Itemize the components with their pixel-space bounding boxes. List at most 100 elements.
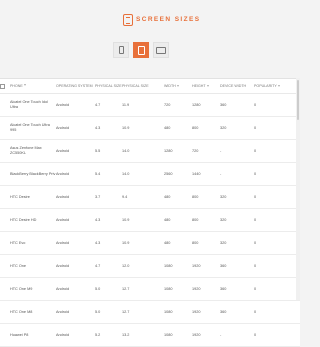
- cell-width: 2560: [164, 172, 173, 176]
- cell-os: Android: [56, 310, 70, 314]
- cell-popularity: 0: [254, 195, 257, 199]
- cell-physical-size-cm: 12.7: [122, 310, 130, 314]
- cell-height: 1920: [192, 264, 201, 268]
- cell-physical-size: 4.7: [95, 103, 101, 107]
- table-row[interactable]: Alcatel One Touch Idol Ultra Android 4.7 11…: [0, 94, 300, 117]
- cell-height: 800: [192, 241, 199, 245]
- cell-phone: HTC One: [10, 263, 27, 268]
- cell-os: Android: [56, 126, 70, 130]
- table-row[interactable]: Alcatel One Touch Ultra 995 Android 4.3 10.…: [0, 117, 300, 140]
- cell-phone: Alcatel One Touch Ultra 995: [10, 123, 50, 132]
- table-row[interactable]: HTC Evo Android 4.3 10.9 480 800 320 0: [0, 232, 300, 255]
- cell-popularity: 0: [254, 172, 257, 176]
- cell-popularity: 0: [254, 287, 257, 291]
- page-header: SCREEN SIZES: [0, 0, 300, 72]
- table-row[interactable]: HTC One Android 4.7 12.0 1080 1920 360 0: [0, 255, 300, 278]
- cell-height: 1920: [192, 310, 201, 314]
- cell-phone: HTC Evo: [10, 240, 26, 245]
- tab-desktop[interactable]: [153, 42, 169, 58]
- cell-device-width: 360: [220, 103, 227, 107]
- cell-os: Android: [56, 333, 70, 337]
- column-header-height[interactable]: Height: [192, 84, 220, 88]
- cell-width: 480: [164, 241, 171, 245]
- cell-physical-size-cm: 12.0: [122, 264, 130, 268]
- table-scrollbar[interactable]: [296, 78, 300, 300]
- cell-width: 1280: [164, 149, 173, 153]
- cell-popularity: 0: [254, 218, 257, 222]
- column-header-physical-size[interactable]: Physical Size: [95, 84, 122, 88]
- table-header-row: Phone Operating System Physical Size Phy…: [0, 79, 300, 94]
- cell-width: 480: [164, 126, 171, 130]
- cell-phone: HTC One M9: [10, 286, 33, 291]
- tablet-icon: [137, 45, 145, 55]
- cell-device-width: 360: [220, 287, 227, 291]
- column-header-physical-size-cm[interactable]: Physical Size: [122, 84, 164, 88]
- phone-icon: [118, 46, 124, 54]
- tab-phone[interactable]: [113, 42, 129, 58]
- cell-phone: Huawei P8: [10, 332, 29, 337]
- table-row[interactable]: Huawei P8 Android 5.2 13.2 1080 1920 - 0: [0, 324, 300, 347]
- cell-physical-size: 4.7: [95, 264, 101, 268]
- cell-device-width: -: [220, 333, 222, 337]
- cell-height: 720: [192, 149, 199, 153]
- cell-physical-size-cm: 10.9: [122, 218, 130, 222]
- cell-width: 480: [164, 218, 171, 222]
- cell-height: 1440: [192, 172, 201, 176]
- tab-tablet[interactable]: [133, 42, 149, 58]
- cell-physical-size: 4.3: [95, 241, 101, 245]
- table-row[interactable]: HTC One M9 Android 5.0 12.7 1080 1920 360 0: [0, 278, 300, 301]
- cell-physical-size-cm: 11.9: [122, 103, 130, 107]
- column-header-popularity[interactable]: Popularity: [254, 84, 300, 88]
- cell-popularity: 0: [254, 310, 257, 314]
- cell-height: 1920: [192, 333, 201, 337]
- cell-popularity: 0: [254, 103, 257, 107]
- cell-device-width: 320: [220, 195, 227, 199]
- column-header-width[interactable]: Width: [164, 84, 192, 88]
- cell-phone: HTC Desire: [10, 194, 30, 199]
- cell-os: Android: [56, 287, 70, 291]
- column-header-os[interactable]: Operating System: [56, 84, 95, 88]
- cell-width: 720: [164, 103, 171, 107]
- cell-physical-size-cm: 9.4: [122, 195, 128, 199]
- cell-height: 800: [192, 195, 199, 199]
- cell-popularity: 0: [254, 126, 257, 130]
- cell-popularity: 0: [254, 264, 257, 268]
- desktop-icon: [156, 46, 166, 54]
- table-row[interactable]: Asus Zenfone Max ZC550KL Android 5.5 14.0 12…: [0, 140, 300, 163]
- cell-physical-size: 5.0: [95, 287, 101, 291]
- cell-os: Android: [56, 264, 70, 268]
- devices-table: Phone Operating System Physical Size Phy…: [0, 78, 300, 347]
- cell-physical-size: 5.5: [95, 149, 101, 153]
- cell-device-width: -: [220, 149, 222, 153]
- table-row[interactable]: BlackBerry BlackBerry Priv Android 5.4 14.0…: [0, 163, 300, 186]
- cell-phone: Alcatel One Touch Idol Ultra: [10, 100, 48, 109]
- device-type-tabs: [113, 42, 169, 58]
- table-row[interactable]: HTC Desire HD Android 4.3 10.9 480 800 320 0: [0, 209, 300, 232]
- page-title: SCREEN SIZES: [136, 16, 201, 23]
- cell-height: 800: [192, 218, 199, 222]
- cell-phone: BlackBerry BlackBerry Priv: [10, 171, 56, 176]
- cell-height: 800: [192, 126, 199, 130]
- column-header-device-width[interactable]: Device Width: [220, 84, 254, 88]
- select-all-checkbox[interactable]: [0, 83, 10, 89]
- cell-height: 1920: [192, 287, 201, 291]
- cell-device-width: 360: [220, 310, 227, 314]
- cell-phone: HTC One M8: [10, 309, 33, 314]
- cell-physical-size-cm: 10.9: [122, 241, 130, 245]
- column-header-phone[interactable]: Phone: [10, 84, 56, 89]
- cell-physical-size: 5.2: [95, 333, 101, 337]
- cell-os: Android: [56, 241, 70, 245]
- cell-physical-size-cm: 14.0: [122, 172, 130, 176]
- cell-physical-size-cm: 12.7: [122, 287, 130, 291]
- cell-device-width: -: [220, 172, 222, 176]
- table-row[interactable]: HTC One M8 Android 5.0 12.7 1080 1920 360 0: [0, 301, 300, 324]
- cell-os: Android: [56, 195, 70, 199]
- cell-width: 1080: [164, 333, 173, 337]
- cell-width: 1080: [164, 287, 173, 291]
- cell-device-width: 320: [220, 126, 227, 130]
- cell-physical-size: 5.4: [95, 172, 101, 176]
- cell-os: Android: [56, 218, 70, 222]
- table-row[interactable]: HTC Desire Android 3.7 9.4 480 800 320 0: [0, 186, 300, 209]
- cell-device-width: 360: [220, 264, 227, 268]
- screen-sizes-logo-icon: [123, 14, 133, 26]
